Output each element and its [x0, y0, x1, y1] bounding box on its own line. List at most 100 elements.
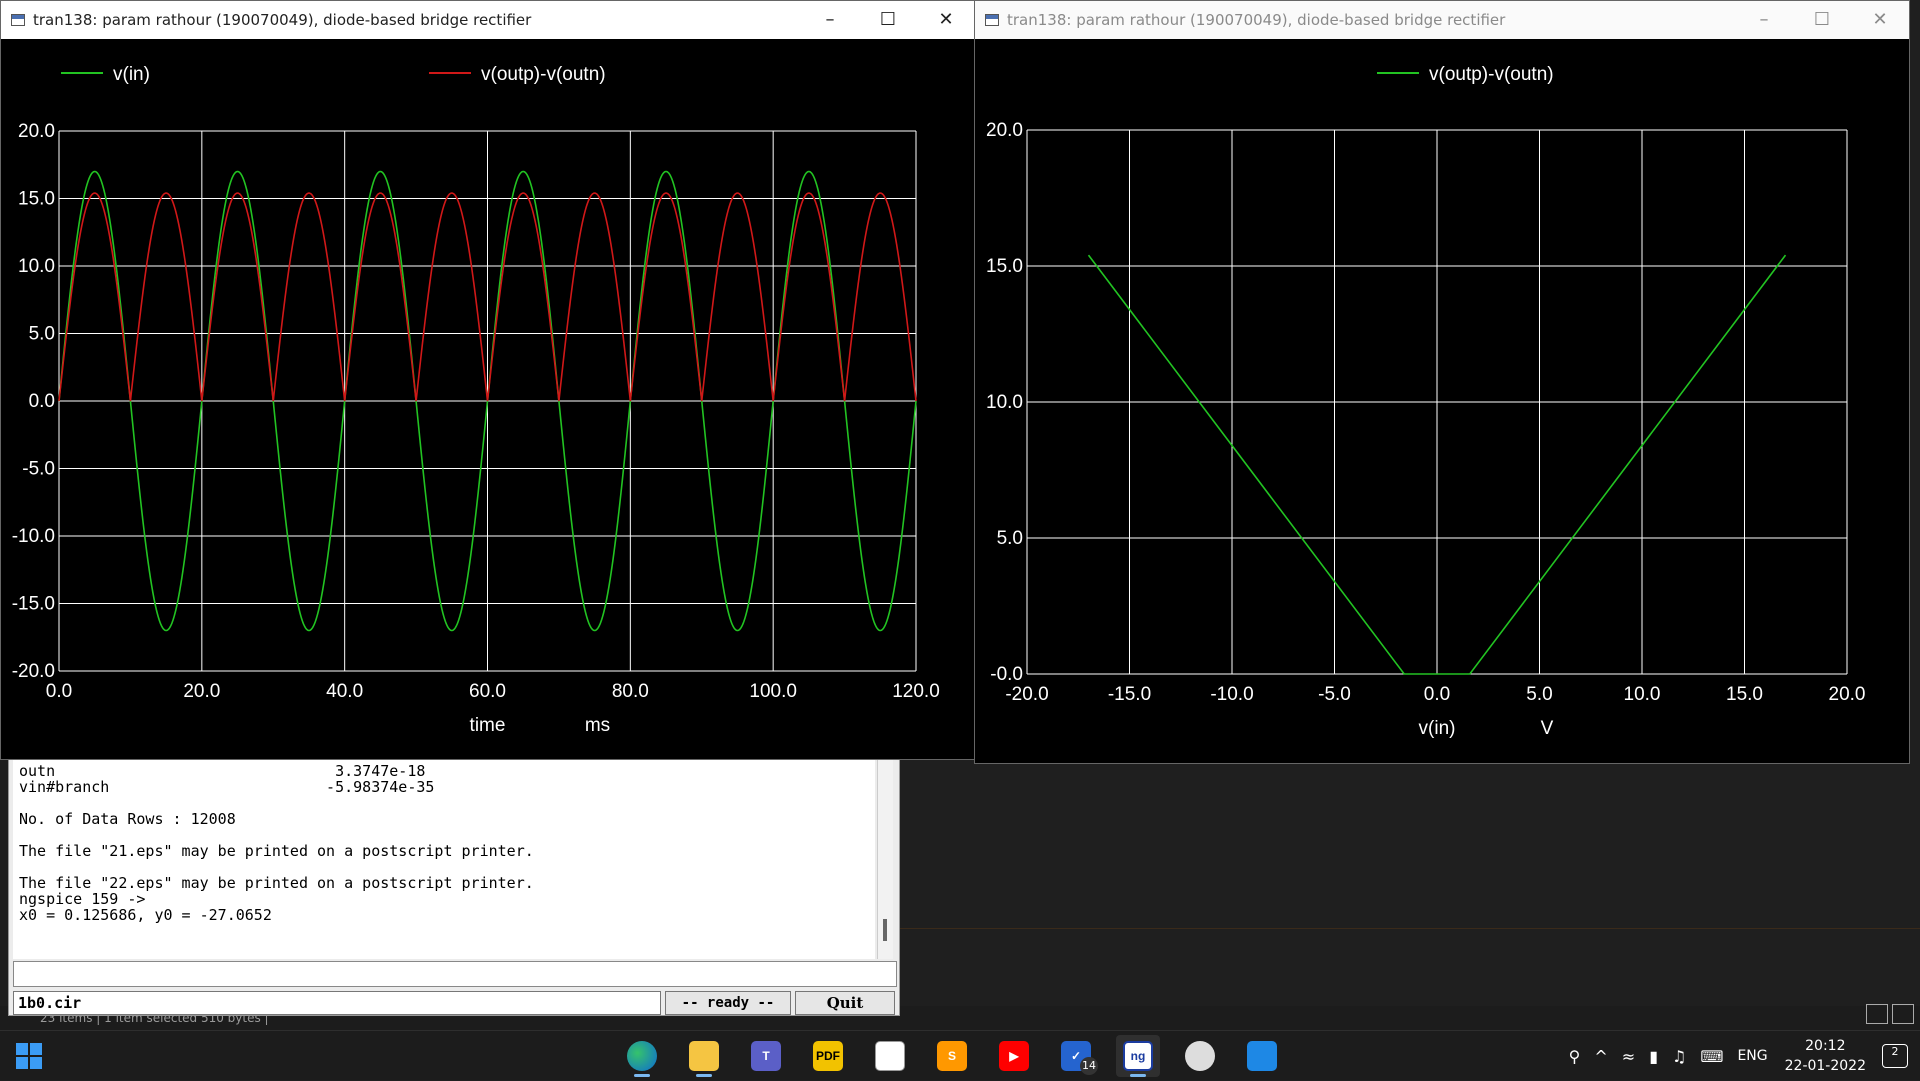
battery-icon[interactable]: ▮	[1649, 1047, 1658, 1066]
minimize-icon[interactable]: –	[1735, 1, 1793, 39]
x-tick-label: 20.0	[183, 681, 220, 702]
language-indicator[interactable]: ENG	[1737, 1048, 1767, 1064]
todo-badge: 14	[1080, 1057, 1098, 1075]
start-icon[interactable]	[16, 1043, 42, 1069]
x-tick-label: 0.0	[1424, 684, 1450, 705]
clock[interactable]: 20:12 22-01-2022	[1785, 1036, 1866, 1076]
y-tick-label: 0.0	[29, 391, 55, 412]
file-explorer-icon[interactable]	[682, 1035, 726, 1077]
x-tick-label: 0.0	[46, 681, 72, 702]
y-tick-label: 5.0	[997, 528, 1023, 549]
console-line: vin#branch -5.98374e-35	[19, 778, 435, 796]
console-scrollbar[interactable]	[877, 759, 893, 959]
x-tick-label: 60.0	[469, 681, 506, 702]
close-icon[interactable]: ✕	[917, 1, 975, 39]
app-icon	[985, 14, 999, 26]
notification-icon[interactable]: 2	[1882, 1044, 1908, 1068]
transient-plot[interactable]: 0.0 20.0 40.0 60.0 80.0 100.0 120.0 20.0 15.0 10.…	[1, 39, 975, 759]
y-tick-label: -0.0	[990, 664, 1023, 685]
y-tick-label: 10.0	[18, 256, 55, 277]
x-tick-label: 100.0	[749, 681, 797, 702]
plot-window-transient: tran138: param rathour (190070049), diod…	[0, 0, 976, 760]
console-line: x0 = 0.125686, y0 = -27.0652	[19, 906, 272, 924]
scroll-thumb[interactable]	[883, 919, 887, 941]
pdf-icon[interactable]: PDF	[806, 1035, 850, 1077]
y-tick-label: 20.0	[986, 120, 1023, 141]
x-tick-label: 40.0	[326, 681, 363, 702]
x-axis-unit: ms	[585, 715, 610, 736]
y-tick-label: -5.0	[22, 459, 55, 480]
x-tick-label: 20.0	[1829, 684, 1866, 705]
x-tick-label: 80.0	[612, 681, 649, 702]
photos-icon[interactable]	[1240, 1035, 1284, 1077]
chevron-up-icon[interactable]: ^	[1594, 1047, 1607, 1066]
legend-label: v(in)	[113, 64, 150, 85]
x-tick-label: -15.0	[1108, 684, 1151, 705]
wifi-icon[interactable]: ≈	[1622, 1047, 1635, 1066]
volume-icon[interactable]: ♫	[1672, 1047, 1686, 1066]
console-line: The file "22.eps" may be printed on a po…	[19, 874, 534, 892]
y-tick-label: 15.0	[986, 256, 1023, 277]
details-view-icon[interactable]	[1866, 1004, 1888, 1024]
maximize-icon[interactable]: ☐	[1793, 1, 1851, 39]
paint-icon[interactable]	[868, 1035, 912, 1077]
edge-icon[interactable]	[620, 1035, 664, 1077]
view-toggle[interactable]	[1866, 1004, 1914, 1024]
x-tick-label: 15.0	[1726, 684, 1763, 705]
title-bar[interactable]: tran138: param rathour (190070049), diod…	[975, 1, 1909, 39]
sublime-icon[interactable]: S	[930, 1035, 974, 1077]
quit-button[interactable]: Quit	[795, 991, 895, 1015]
console-output: outn 3.3747e-18 vin#branch -5.98374e-35 N…	[13, 759, 875, 959]
youtube-icon[interactable]: ▶	[992, 1035, 1036, 1077]
command-input[interactable]	[13, 961, 897, 987]
legend-label: v(outp)-v(outn)	[481, 64, 606, 85]
transfer-plot[interactable]: -20.0 -15.0 -10.0 -5.0 0.0 5.0 10.0 15.0 20.0 20.…	[975, 39, 1909, 763]
notification-count: 2	[1891, 1045, 1899, 1058]
clock-time: 20:12	[1805, 1038, 1846, 1054]
x-axis-label: v(in)	[1419, 718, 1456, 739]
legend-label: v(outp)-v(outn)	[1429, 64, 1554, 85]
y-tick-label: 15.0	[18, 189, 55, 210]
x-tick-label: 5.0	[1526, 684, 1552, 705]
title-bar[interactable]: tran138: param rathour (190070049), diod…	[1, 1, 975, 39]
keyboard-icon[interactable]: ⌨	[1700, 1047, 1723, 1066]
ngspice-console-window: outn 3.3747e-18 vin#branch -5.98374e-35 N…	[8, 752, 900, 1016]
divider	[900, 928, 1920, 929]
status-label: -- ready --	[665, 991, 791, 1015]
maximize-icon[interactable]: ☐	[859, 1, 917, 39]
x-tick-label: 10.0	[1624, 684, 1661, 705]
console-line: No. of Data Rows : 12008	[19, 810, 236, 828]
app-icon	[11, 14, 25, 26]
y-tick-label: 10.0	[986, 392, 1023, 413]
thumbnail-view-icon[interactable]	[1892, 1004, 1914, 1024]
clock-date: 22-01-2022	[1784, 1058, 1866, 1074]
x-tick-label: -5.0	[1318, 684, 1351, 705]
ngspice-icon[interactable]: ng	[1116, 1035, 1160, 1077]
x-tick-label: 120.0	[892, 681, 940, 702]
y-tick-label: -10.0	[12, 526, 55, 547]
console-line: The file "21.eps" may be printed on a po…	[19, 842, 534, 860]
console-line: outn 3.3747e-18	[19, 762, 426, 780]
x-tick-label: -10.0	[1210, 684, 1253, 705]
window-title: tran138: param rathour (190070049), diod…	[1007, 11, 1506, 29]
circuit-file-label: 1b0.cir	[13, 991, 661, 1015]
console-line: ngspice 159 ->	[19, 890, 146, 908]
plot-window-transfer: tran138: param rathour (190070049), diod…	[974, 0, 1910, 764]
close-icon[interactable]: ✕	[1851, 1, 1909, 39]
x-tick-label: -20.0	[1005, 684, 1048, 705]
x-axis-unit: V	[1541, 718, 1554, 739]
system-tray: ⚲ ^ ≈ ▮ ♫ ⌨ ENG 20:12 22-01-2022 2	[1562, 1031, 1920, 1081]
y-tick-label: 5.0	[29, 324, 55, 345]
y-tick-label: -15.0	[12, 594, 55, 615]
taskbar: T PDF S ▶ ✓ 14 ng ⚲ ^ ≈ ▮ ♫ ⌨ ENG 20:12 2…	[0, 1030, 1920, 1080]
search-icon[interactable]: ⚲	[1569, 1047, 1581, 1066]
x-axis-label: time	[470, 715, 506, 736]
y-tick-label: 20.0	[18, 121, 55, 142]
todo-icon[interactable]: ✓ 14	[1054, 1035, 1098, 1077]
minimize-icon[interactable]: –	[801, 1, 859, 39]
media-icon[interactable]	[1178, 1035, 1222, 1077]
teams-icon[interactable]: T	[744, 1035, 788, 1077]
